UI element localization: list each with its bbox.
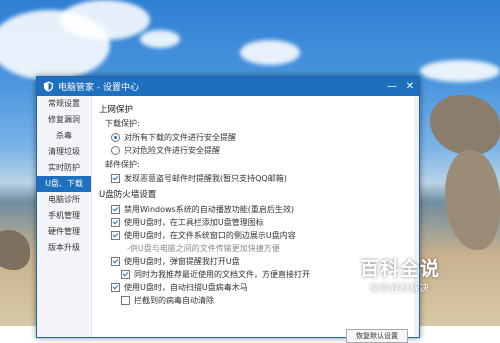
- rock: [0, 230, 30, 270]
- sidebar-item-clinic[interactable]: 电脑诊所: [37, 192, 91, 208]
- option-label: 使用U盘时，自动扫描U盘病毒木马: [124, 283, 248, 292]
- option-label: 拦截到的病毒自动清除: [134, 296, 214, 305]
- option-label: 同时为我推荐最近使用的文档文件，方便直接打开: [134, 270, 310, 279]
- settings-sidebar: 常规设置 修复漏洞 杀毒 清理垃圾 实时防护 U盘、下载 电脑诊所 手机管理 硬…: [37, 96, 92, 337]
- sidebar-item-patch[interactable]: 修复漏洞: [37, 112, 91, 128]
- minimize-button[interactable]: —: [383, 77, 401, 96]
- option-label: 只对危险文件进行安全提醒: [124, 146, 220, 155]
- download-protection-label: 下载保护:: [105, 119, 140, 128]
- sidebar-item-cleanup[interactable]: 清理垃圾: [37, 144, 91, 160]
- checkbox-checked-icon[interactable]: [111, 231, 120, 240]
- watermark-title: 百科全说: [359, 258, 440, 280]
- cloud: [140, 30, 180, 48]
- checkbox-checked-icon[interactable]: [111, 174, 120, 183]
- checkbox-checked-icon[interactable]: [111, 218, 120, 227]
- checkbox-checked-icon[interactable]: [111, 205, 120, 214]
- checkbox-mail-warn[interactable]: 发现恶意盗号邮件时提醒我(暂只支持QQ邮箱): [111, 172, 413, 185]
- restore-defaults-button[interactable]: 恢复默认设置: [346, 329, 408, 343]
- sidebar-item-hardware[interactable]: 硬件管理: [37, 224, 91, 240]
- shield-logo-icon: [43, 81, 54, 92]
- option-label: 禁用Windows系统的自动播放功能(重启后生效): [124, 205, 294, 214]
- option-label: 发现恶意盗号邮件时提醒我(暂只支持QQ邮箱): [124, 174, 287, 183]
- sidebar-item-upgrade[interactable]: 版本升级: [37, 240, 91, 256]
- cloud: [420, 60, 500, 82]
- checkbox-checked-icon[interactable]: [111, 257, 120, 266]
- rock: [445, 150, 500, 250]
- option-label: 对所有下载的文件进行安全提醒: [124, 133, 236, 142]
- rock: [430, 95, 500, 155]
- sidebar-item-realtime[interactable]: 实时防护: [37, 160, 91, 176]
- checkbox-unchecked-icon[interactable]: [121, 296, 130, 305]
- close-button[interactable]: ✕: [401, 77, 419, 96]
- checkbox-tray-icon[interactable]: 使用U盘时，在工具栏添加U盘管理图标: [111, 216, 413, 229]
- option-label: 使用U盘时，弹窗提醒我打开U盘: [124, 257, 240, 266]
- radio-risky-only[interactable]: 只对危险文件进行安全提醒: [111, 144, 413, 157]
- title-bar[interactable]: 电脑管家 - 设置中心 — ✕: [37, 77, 419, 96]
- section-title-web-protection: 上网保护: [99, 105, 134, 115]
- watermark-subtitle: 助你轻松解决: [369, 284, 430, 294]
- sidebar-item-phone[interactable]: 手机管理: [37, 208, 91, 224]
- sidebar-item-antivirus[interactable]: 杀毒: [37, 128, 91, 144]
- section-title-usb-firewall: U盘防火墙设置: [99, 190, 157, 200]
- mail-protection-label: 邮件保护:: [105, 160, 140, 169]
- checkbox-checked-icon[interactable]: [121, 270, 130, 279]
- cloud: [60, 0, 150, 40]
- checkbox-explorer-content[interactable]: 使用U盘时，在文件系统窗口的侧边展示U盘内容: [111, 229, 413, 242]
- radio-unselected-icon[interactable]: [111, 146, 120, 155]
- radio-all-downloads[interactable]: 对所有下载的文件进行安全提醒: [111, 131, 413, 144]
- checkbox-checked-icon[interactable]: [111, 283, 120, 292]
- radio-selected-icon[interactable]: [111, 133, 120, 142]
- watermark: 百科全说 助你轻松解决: [334, 254, 466, 304]
- window-title: 电脑管家 - 设置中心: [58, 83, 139, 93]
- sidebar-item-usb-download[interactable]: U盘、下载: [37, 176, 91, 192]
- option-label: 使用U盘时，在工具栏添加U盘管理图标: [124, 218, 264, 227]
- cloud: [240, 40, 300, 65]
- option-label: 使用U盘时，在文件系统窗口的侧边展示U盘内容: [124, 231, 296, 240]
- sidebar-item-general[interactable]: 常规设置: [37, 96, 91, 112]
- checkbox-disable-autoplay[interactable]: 禁用Windows系统的自动播放功能(重启后生效): [111, 203, 413, 216]
